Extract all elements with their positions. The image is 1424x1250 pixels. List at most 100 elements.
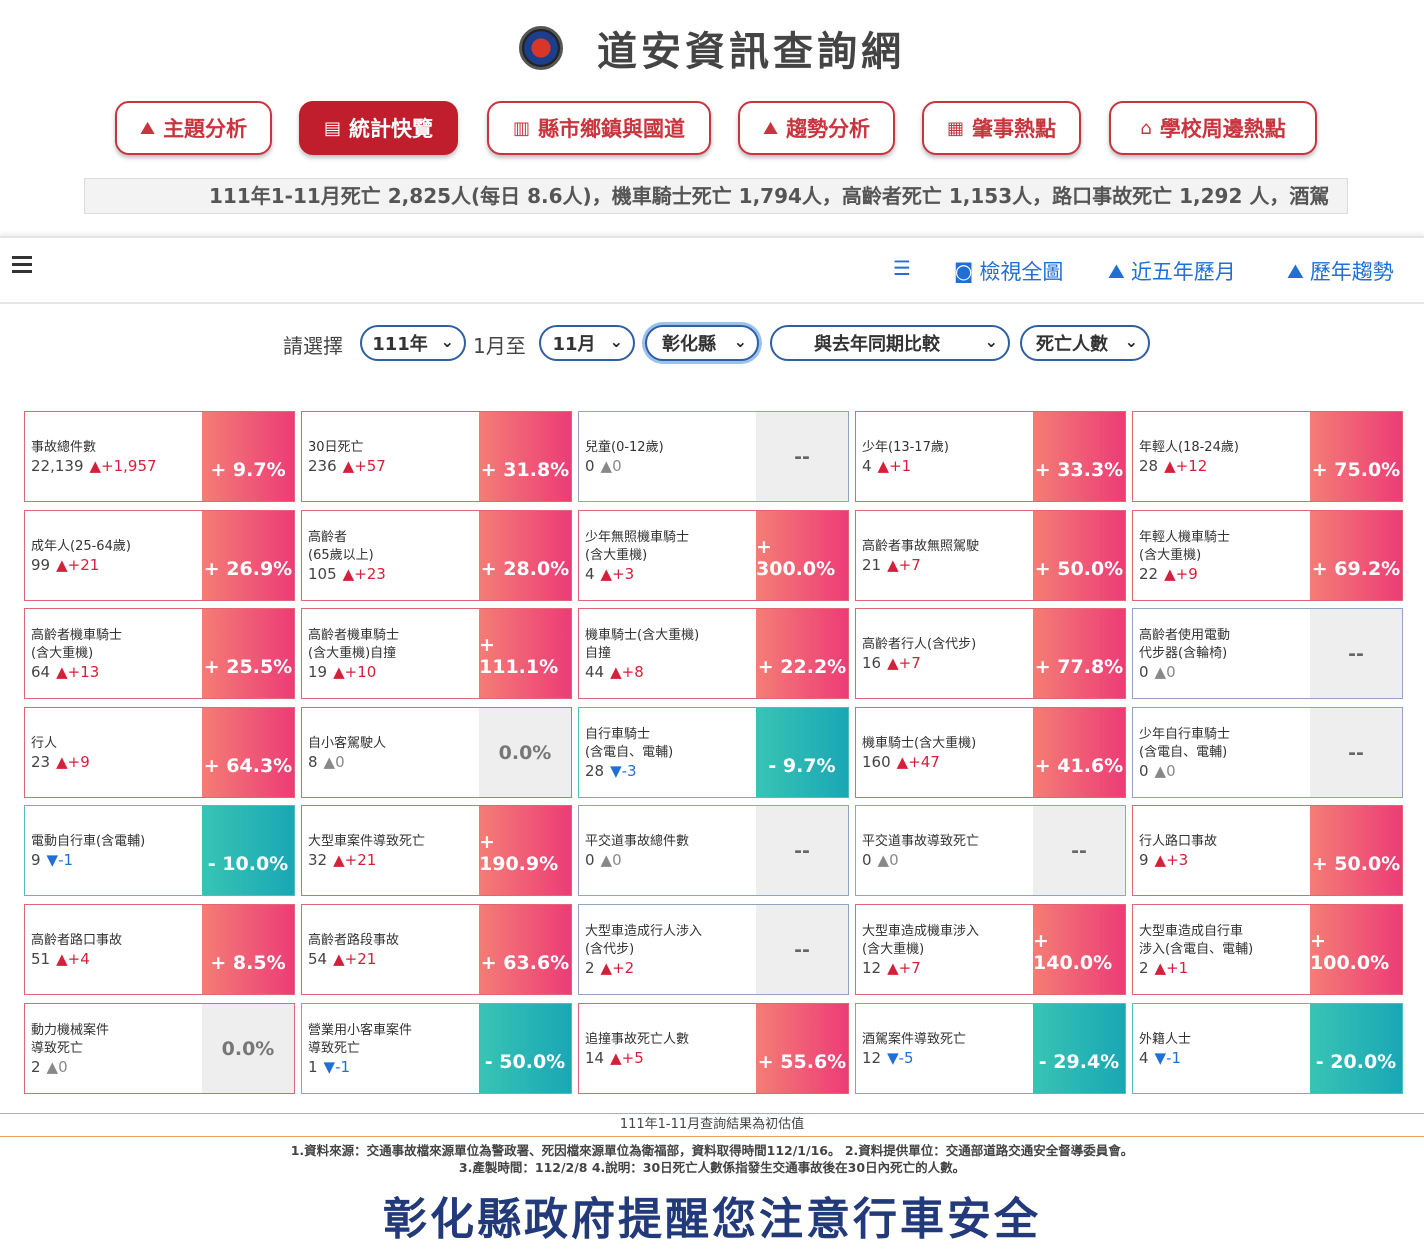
stat-percent: + 31.8% <box>479 412 571 501</box>
stat-label: 少年無照機車騎士 (含大重機) <box>585 529 690 563</box>
stat-card[interactable]: 年輕人(18-24歲) 28 ▲+12 + 75.0% <box>1132 411 1403 502</box>
stat-percent: 0.0% <box>479 708 571 797</box>
stat-label: 高齡者使用電動 代步器(含輪椅) <box>1139 627 1231 661</box>
stat-card[interactable]: 高齡者機車騎士 (含大重機) 64 ▲+13 + 25.5% <box>24 608 295 699</box>
stat-value-row: 4 ▼-1 <box>1139 1049 1311 1067</box>
stat-card[interactable]: 成年人(25-64歲) 99 ▲+21 + 26.9% <box>24 510 295 601</box>
stat-label: 大型車造成行人涉入 (含代步) <box>585 923 703 957</box>
stat-value-row: 22,139 ▲+1,957 <box>31 457 203 475</box>
stat-card[interactable]: 自小客駕駛人 8 ▲0 0.0% <box>301 707 572 798</box>
stat-card[interactable]: 動力機械案件 導致死亡 2 ▲0 0.0% <box>24 1003 295 1094</box>
stat-card[interactable]: 大型車造成機車涉入 (含大重機) 12 ▲+7 + 140.0% <box>855 904 1126 995</box>
arrow-up-icon: ▲ <box>1164 456 1176 475</box>
stat-value: 9 <box>31 850 41 869</box>
site-logo[interactable] <box>519 26 563 70</box>
nav-trend-analysis[interactable]: ⛰ 趨勢分析 <box>738 101 895 155</box>
stat-card[interactable]: 電動自行車(含電輔) 9 ▼-1 - 10.0% <box>24 805 295 896</box>
stat-label: 30日死亡 <box>308 439 364 455</box>
stat-value: 64 <box>31 662 51 681</box>
stat-card[interactable]: 行人路口事故 9 ▲+3 + 50.0% <box>1132 805 1403 896</box>
stat-card[interactable]: 機車騎士(含大重機) 160 ▲+47 + 41.6% <box>855 707 1126 798</box>
stat-value: 28 <box>1139 456 1159 475</box>
stat-value: 4 <box>1139 1048 1149 1067</box>
arrow-up-icon: ▲ <box>600 564 613 583</box>
stat-card[interactable]: 大型車造成行人涉入 (含代步) 2 ▲+2 -- <box>578 904 849 995</box>
stat-card[interactable]: 平交道事故導致死亡 0 ▲0 -- <box>855 805 1126 896</box>
stat-card[interactable]: 少年無照機車騎士 (含大重機) 4 ▲+3 + 300.0% <box>578 510 849 601</box>
five-year-monthly-button[interactable]: ⛰ 近五年歷月 <box>1108 256 1236 286</box>
arrow-up-icon: ▲ <box>56 949 68 968</box>
stat-percent: - 50.0% <box>479 1004 571 1093</box>
stat-card[interactable]: 外籍人士 4 ▼-1 - 20.0% <box>1132 1003 1403 1094</box>
view-all-button[interactable]: ◙ 檢視全圖 <box>954 256 1063 286</box>
stat-card[interactable]: 兒童(0-12歲) 0 ▲0 -- <box>578 411 849 502</box>
stat-card[interactable]: 事故總件數 22,139 ▲+1,957 + 9.7% <box>24 411 295 502</box>
stat-value: 4 <box>585 564 595 583</box>
stat-percent: + 50.0% <box>1033 511 1125 600</box>
stat-card[interactable]: 營業用小客車案件 導致死亡 1 ▼-1 - 50.0% <box>301 1003 572 1094</box>
metric-select[interactable]: 死亡人數 ⌄ <box>1020 325 1150 361</box>
stat-card-text: 年輕人(18-24歲) 28 ▲+12 <box>1139 412 1311 501</box>
stat-value: 2 <box>1139 958 1149 977</box>
stat-card[interactable]: 平交道事故總件數 0 ▲0 -- <box>578 805 849 896</box>
stat-value-row: 32 ▲+21 <box>308 851 480 869</box>
stat-card[interactable]: 大型車造成自行車 涉入(含電自、電輔) 2 ▲+1 + 100.0% <box>1132 904 1403 995</box>
stat-value-row: 236 ▲+57 <box>308 457 480 475</box>
stat-value: 51 <box>31 949 51 968</box>
stat-card[interactable]: 機車騎士(含大重機) 自撞 44 ▲+8 + 22.2% <box>578 608 849 699</box>
stat-percent: + 100.0% <box>1310 905 1402 994</box>
stat-card[interactable]: 高齡者路口事故 51 ▲+4 + 8.5% <box>24 904 295 995</box>
compare-select[interactable]: 與去年同期比較 ⌄ <box>770 325 1010 361</box>
nav-accident-hotspots[interactable]: ▦ 肇事熱點 <box>922 101 1081 155</box>
source-note-line: 1.資料來源：交通事故檔來源單位為警政署、死因檔來源單位為衛福部，資料取得時間1… <box>290 1143 1134 1158</box>
nav-school-hotspots[interactable]: ⌂ 學校周邊熱點 <box>1109 101 1317 155</box>
stat-card[interactable]: 行人 23 ▲+9 + 64.3% <box>24 707 295 798</box>
stat-card[interactable]: 少年(13-17歲) 4 ▲+1 + 33.3% <box>855 411 1126 502</box>
stat-delta: -3 <box>621 761 637 780</box>
stat-value-row: 21 ▲+7 <box>862 556 1034 574</box>
stat-value-row: 14 ▲+5 <box>585 1049 757 1067</box>
site-title: 道安資訊查詢網 <box>597 29 905 75</box>
stat-value-row: 23 ▲+9 <box>31 753 203 771</box>
stat-value: 0 <box>585 850 595 869</box>
nav-county-township-highway[interactable]: ▥ 縣市鄉鎮與國道 <box>487 101 711 155</box>
nav-theme-analysis[interactable]: ⛰ 主題分析 <box>115 101 272 155</box>
stat-card[interactable]: 大型車案件導致死亡 32 ▲+21 + 190.9% <box>301 805 572 896</box>
stat-percent: -- <box>756 806 848 895</box>
stat-card[interactable]: 自行車騎士 (含電自、電輔) 28 ▼-3 - 9.7% <box>578 707 849 798</box>
menu-icon[interactable] <box>12 256 32 274</box>
stat-card[interactable]: 高齡者 (65歲以上) 105 ▲+23 + 28.0% <box>301 510 572 601</box>
stat-card[interactable]: 高齡者行人(含代步) 16 ▲+7 + 77.8% <box>855 608 1126 699</box>
chevron-down-icon: ⌄ <box>440 332 454 351</box>
stat-card[interactable]: 高齡者機車騎士 (含大重機)自撞 19 ▲+10 + 111.1% <box>301 608 572 699</box>
stat-label: 追撞事故死亡人數 <box>585 1031 690 1047</box>
stat-percent: - 20.0% <box>1310 1004 1402 1093</box>
stat-card[interactable]: 年輕人機車騎士 (含大重機) 22 ▲+9 + 69.2% <box>1132 510 1403 601</box>
list-view-button[interactable]: ☰ <box>893 256 911 280</box>
stat-delta: -1 <box>335 1057 351 1076</box>
stat-card[interactable]: 高齡者路段事故 54 ▲+21 + 63.6% <box>301 904 572 995</box>
stat-card[interactable]: 酒駕案件導致死亡 12 ▼-5 - 29.4% <box>855 1003 1126 1094</box>
stat-value-row: 51 ▲+4 <box>31 950 203 968</box>
stat-value-row: 28 ▲+12 <box>1139 457 1311 475</box>
stat-card[interactable]: 高齡者事故無照駕駛 21 ▲+7 + 50.0% <box>855 510 1126 601</box>
stat-value-row: 12 ▲+7 <box>862 959 1034 977</box>
arrow-up-icon: ▲ <box>887 653 899 672</box>
stat-label: 大型車造成自行車 涉入(含電自、電輔) <box>1139 923 1254 957</box>
county-select[interactable]: 彰化縣 ⌄ <box>645 325 759 361</box>
year-select[interactable]: 111年 ⌄ <box>360 325 466 361</box>
stat-label: 動力機械案件 導致死亡 <box>31 1022 110 1056</box>
stat-percent: -- <box>756 412 848 501</box>
nav-quick-stats[interactable]: ▤ 統計快覽 <box>299 101 458 155</box>
stat-percent: + 8.5% <box>202 905 294 994</box>
yearly-trend-button[interactable]: ⛰ 歷年趨勢 <box>1287 256 1394 286</box>
stat-card[interactable]: 少年自行車騎士 (含電自、電輔) 0 ▲0 -- <box>1132 707 1403 798</box>
stat-label: 高齡者行人(含代步) <box>862 636 977 652</box>
stat-card[interactable]: 高齡者使用電動 代步器(含輪椅) 0 ▲0 -- <box>1132 608 1403 699</box>
stat-value-row: 105 ▲+23 <box>308 565 480 583</box>
month-select[interactable]: 11月 ⌄ <box>539 325 635 361</box>
stat-card[interactable]: 30日死亡 236 ▲+57 + 31.8% <box>301 411 572 502</box>
stat-card[interactable]: 追撞事故死亡人數 14 ▲+5 + 55.6% <box>578 1003 849 1094</box>
stat-card-text: 大型車造成機車涉入 (含大重機) 12 ▲+7 <box>862 905 1034 994</box>
stat-label: 高齡者路口事故 <box>31 932 123 948</box>
